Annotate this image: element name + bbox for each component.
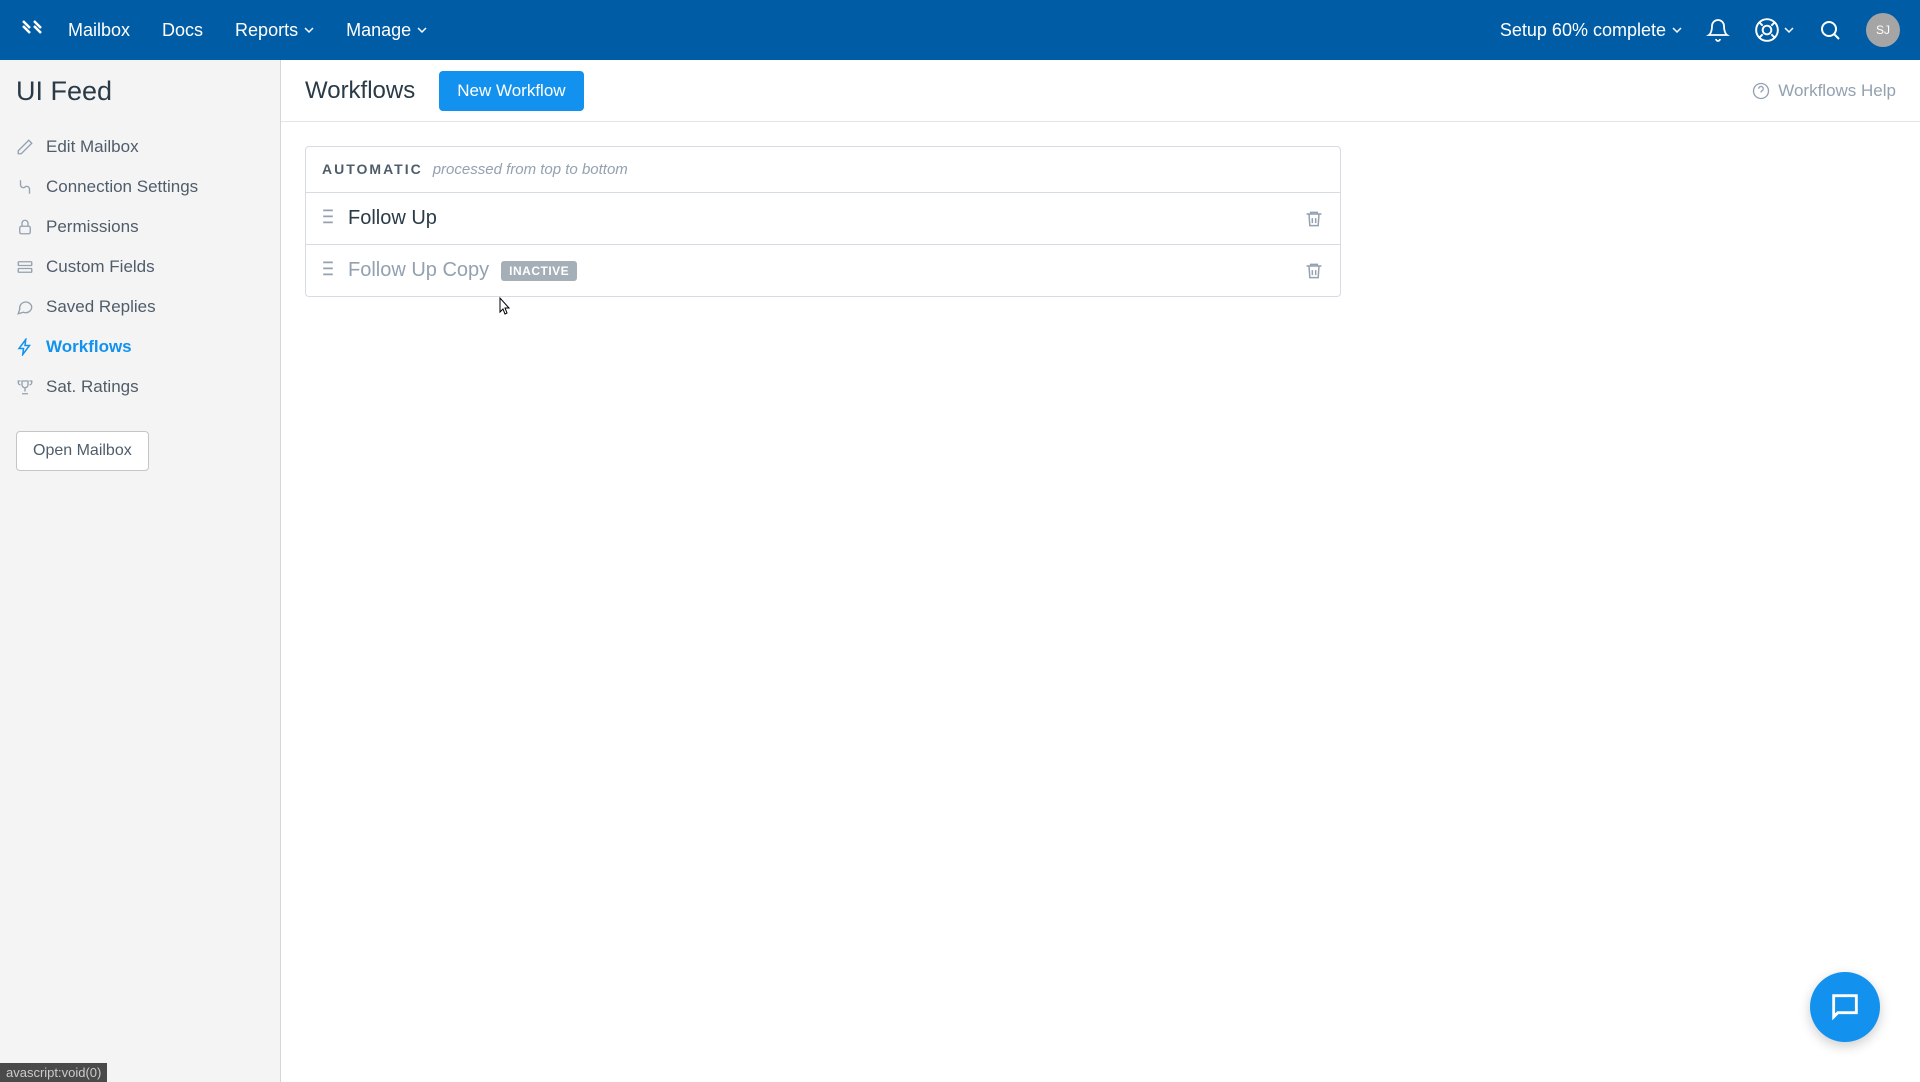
sidebar-item-label: Workflows: [46, 337, 132, 357]
chat-bubble-icon: [1828, 990, 1862, 1024]
sidebar-item-custom-fields[interactable]: Custom Fields: [16, 247, 264, 287]
open-mailbox-button[interactable]: Open Mailbox: [16, 431, 149, 471]
search-button[interactable]: [1818, 18, 1842, 42]
top-nav: Mailbox Docs Reports Manage: [68, 20, 427, 41]
lock-icon: [16, 218, 34, 236]
sidebar-item-label: Edit Mailbox: [46, 137, 139, 157]
workflow-row[interactable]: Follow Up: [306, 193, 1340, 245]
sidebar-item-edit-mailbox[interactable]: Edit Mailbox: [16, 127, 264, 167]
nav-manage-label: Manage: [346, 20, 411, 41]
topbar: Mailbox Docs Reports Manage Setup 60% co…: [0, 0, 1920, 60]
life-ring-icon: [1754, 17, 1780, 43]
search-icon: [1818, 18, 1842, 42]
sidebar-item-sat-ratings[interactable]: Sat. Ratings: [16, 367, 264, 407]
main-content: Workflows New Workflow Workflows Help AU…: [281, 60, 1920, 1082]
chevron-down-icon: [304, 25, 314, 35]
help-circle-icon: [1752, 82, 1770, 100]
nav-reports[interactable]: Reports: [235, 20, 314, 41]
workflow-row[interactable]: Follow Up Copy INACTIVE: [306, 245, 1340, 296]
connection-icon: [16, 178, 34, 196]
app-logo[interactable]: [20, 18, 44, 42]
sidebar-item-label: Sat. Ratings: [46, 377, 139, 397]
notifications-button[interactable]: [1706, 18, 1730, 42]
delete-workflow-button[interactable]: [1304, 261, 1324, 281]
content-area: AUTOMATIC processed from top to bottom F…: [281, 122, 1920, 321]
workflow-name: Follow Up: [348, 207, 437, 230]
delete-workflow-button[interactable]: [1304, 209, 1324, 229]
nav-docs-label: Docs: [162, 20, 203, 41]
chat-fab[interactable]: [1810, 972, 1880, 1042]
chat-icon: [16, 298, 34, 316]
help-link-label: Workflows Help: [1778, 81, 1896, 101]
page-title: Workflows: [305, 77, 415, 105]
workflow-group-automatic: AUTOMATIC processed from top to bottom F…: [305, 146, 1341, 297]
fields-icon: [16, 258, 34, 276]
nav-manage[interactable]: Manage: [346, 20, 427, 41]
group-label: AUTOMATIC: [322, 161, 423, 177]
sidebar-item-saved-replies[interactable]: Saved Replies: [16, 287, 264, 327]
pencil-icon: [16, 138, 34, 156]
sidebar-item-label: Custom Fields: [46, 257, 155, 277]
nav-mailbox-label: Mailbox: [68, 20, 130, 41]
nav-docs[interactable]: Docs: [162, 20, 203, 41]
page-header: Workflows New Workflow Workflows Help: [281, 60, 1920, 122]
setup-progress[interactable]: Setup 60% complete: [1500, 20, 1682, 41]
workflows-help-link[interactable]: Workflows Help: [1752, 81, 1896, 101]
drag-handle-icon[interactable]: [322, 260, 334, 282]
inactive-badge: INACTIVE: [501, 261, 577, 281]
group-subtext: processed from top to bottom: [433, 161, 628, 178]
group-header: AUTOMATIC processed from top to bottom: [306, 147, 1340, 193]
top-right: Setup 60% complete SJ: [1500, 13, 1900, 47]
workflow-name: Follow Up Copy: [348, 259, 489, 282]
sidebar-item-permissions[interactable]: Permissions: [16, 207, 264, 247]
chevron-down-icon: [1784, 25, 1794, 35]
sidebar-item-connection-settings[interactable]: Connection Settings: [16, 167, 264, 207]
help-button[interactable]: [1754, 18, 1794, 42]
sidebar: UI Feed Edit Mailbox Connection Settings…: [0, 60, 281, 1082]
avatar-initials: SJ: [1876, 23, 1890, 37]
sidebar-item-workflows[interactable]: Workflows: [16, 327, 264, 367]
sidebar-item-label: Permissions: [46, 217, 139, 237]
chevron-down-icon: [1672, 25, 1682, 35]
sidebar-item-label: Saved Replies: [46, 297, 156, 317]
nav-reports-label: Reports: [235, 20, 298, 41]
setup-progress-label: Setup 60% complete: [1500, 20, 1666, 41]
sidebar-title: UI Feed: [16, 76, 264, 107]
trophy-icon: [16, 378, 34, 396]
new-workflow-button[interactable]: New Workflow: [439, 71, 583, 111]
drag-handle-icon[interactable]: [322, 208, 334, 230]
nav-mailbox[interactable]: Mailbox: [68, 20, 130, 41]
browser-status-hint: avascript:void(0): [0, 1063, 107, 1082]
chevron-down-icon: [417, 25, 427, 35]
sidebar-item-label: Connection Settings: [46, 177, 198, 197]
lightning-icon: [16, 338, 34, 356]
bell-icon: [1706, 18, 1730, 42]
user-avatar[interactable]: SJ: [1866, 13, 1900, 47]
